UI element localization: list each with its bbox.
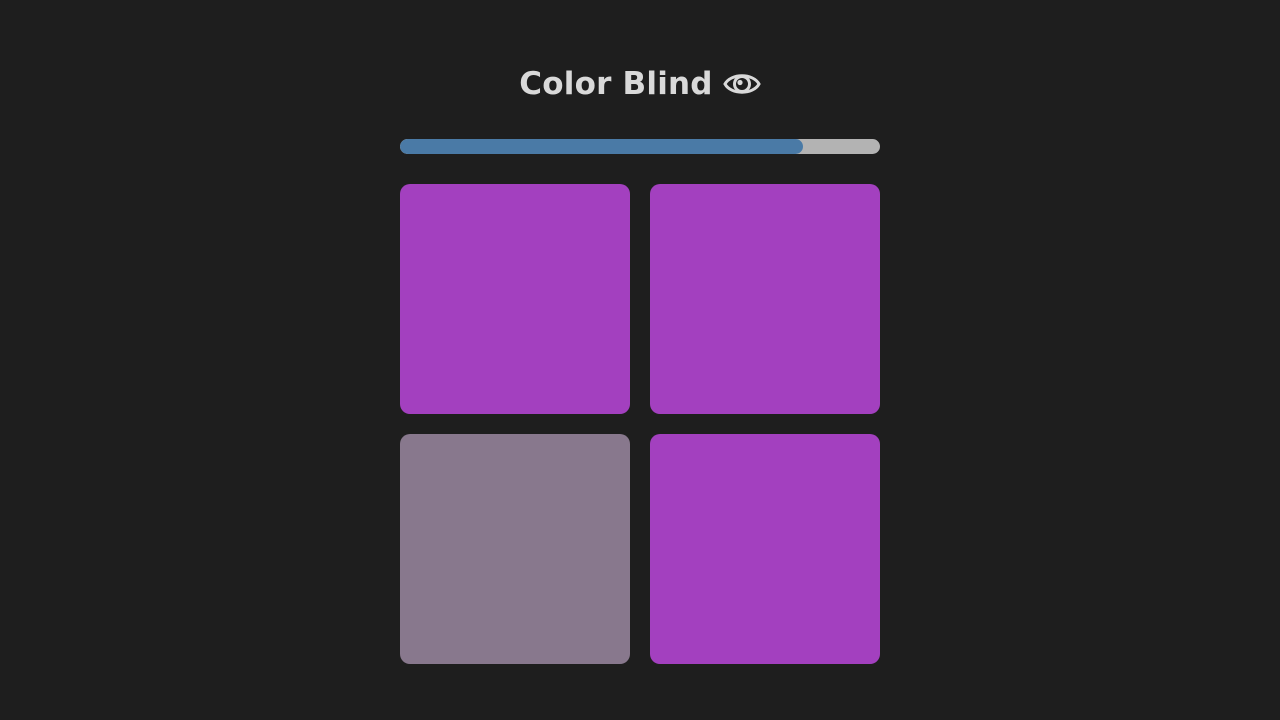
color-tile[interactable] bbox=[650, 434, 880, 664]
tile-grid bbox=[400, 184, 880, 664]
game-title: Color Blind bbox=[519, 66, 713, 102]
color-tile[interactable] bbox=[650, 184, 880, 414]
progress-bar-fill bbox=[400, 139, 804, 154]
progress-bar bbox=[400, 139, 880, 154]
color-tile[interactable] bbox=[400, 434, 630, 664]
color-tile[interactable] bbox=[400, 184, 630, 414]
eye-icon bbox=[722, 65, 761, 103]
game-header: Color Blind bbox=[0, 62, 1280, 106]
